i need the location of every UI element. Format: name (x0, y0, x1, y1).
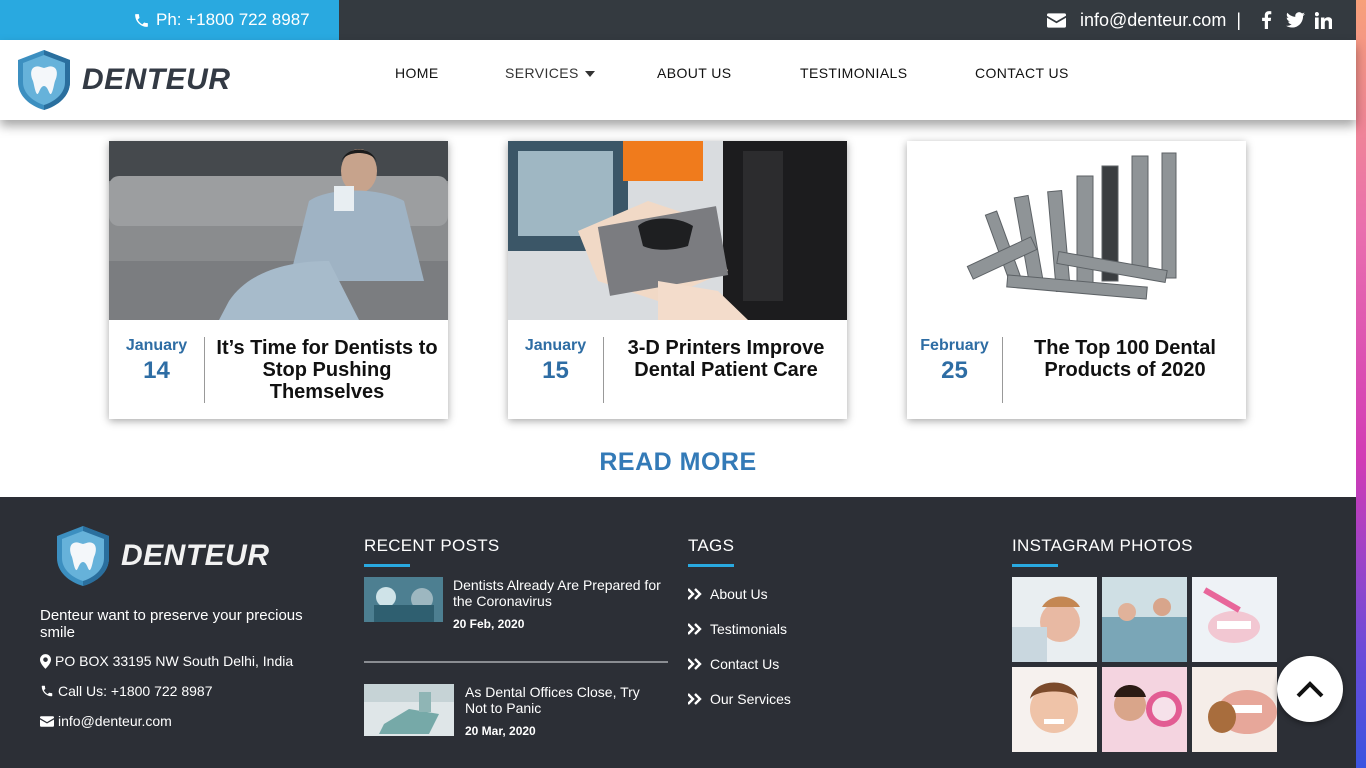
top-right-contacts: info@denteur.com | (1046, 0, 1332, 40)
phone-icon (135, 13, 148, 27)
blog-day: 25 (941, 357, 968, 384)
nav-home[interactable]: HOME (395, 65, 439, 81)
footer: DENTEUR Denteur want to preserve your pr… (0, 497, 1356, 768)
blog-card[interactable]: February 25 The Top 100 Dental Products … (907, 141, 1246, 419)
footer-address: PO BOX 33195 NW South Delhi, India (40, 653, 293, 669)
instagram-photo[interactable] (1012, 667, 1097, 752)
blog-image-3d-printer[interactable] (508, 141, 847, 320)
top-email[interactable]: info@denteur.com (1080, 10, 1226, 31)
phone-text: Ph: +1800 722 8987 (156, 10, 310, 29)
tags-heading: TAGS (688, 536, 735, 555)
recent-post-date: 20 Feb, 2020 (453, 617, 525, 631)
blog-date: January 15 (508, 337, 604, 403)
phone-icon (41, 685, 53, 697)
recent-post-title[interactable]: As Dental Offices Close, Try Not to Pani… (465, 684, 665, 716)
facebook-icon[interactable] (1261, 11, 1272, 29)
recent-post-thumbnail[interactable] (364, 684, 454, 736)
footer-call[interactable]: Call Us: +1800 722 8987 (40, 683, 213, 699)
footer-description: Denteur want to preserve your precious s… (40, 607, 303, 641)
blog-image-tired-dentist[interactable] (109, 141, 448, 320)
instagram-heading: INSTAGRAM PHOTOS (1012, 536, 1193, 555)
blog-title[interactable]: The Top 100 Dental Products of 2020 (1004, 337, 1246, 381)
double-chevron-right-icon (688, 693, 702, 705)
tag-label: Our Services (710, 691, 791, 707)
blog-month: January (524, 337, 587, 354)
chevron-up-icon (1296, 681, 1324, 698)
blog-day: 15 (542, 357, 569, 384)
brand-name: DENTEUR (82, 63, 231, 96)
blog-date: January 14 (109, 337, 205, 403)
heading-underline (688, 564, 734, 567)
blog-day: 14 (143, 357, 170, 384)
blog-title[interactable]: 3-D Printers Improve Dental Patient Care (605, 337, 847, 381)
read-more-link[interactable]: READ MORE (0, 448, 1356, 477)
blog-card[interactable]: January 15 3-D Printers Improve Dental P… (508, 141, 847, 419)
scrollbar-track[interactable] (1356, 0, 1366, 768)
footer-email[interactable]: info@denteur.com (40, 713, 172, 729)
instagram-photo[interactable] (1012, 577, 1097, 662)
nav-about[interactable]: ABOUT US (657, 65, 732, 81)
top-bar: Ph: +1800 722 8987 info@denteur.com | (0, 0, 1356, 40)
tag-testimonials[interactable]: Testimonials (688, 621, 787, 637)
tag-about-us[interactable]: About Us (688, 586, 768, 602)
nav-testimonials[interactable]: TESTIMONIALS (800, 65, 907, 81)
footer-logo[interactable]: DENTEUR (53, 524, 270, 588)
tag-label: Testimonials (710, 621, 788, 637)
back-to-top-button[interactable] (1277, 656, 1343, 722)
blog-title[interactable]: It’s Time for Dentists to Stop Pushing T… (206, 337, 448, 403)
linkedin-icon[interactable] (1315, 11, 1332, 29)
recent-post[interactable]: As Dental Offices Close, Try Not to Pani… (364, 684, 665, 738)
twitter-icon[interactable] (1286, 12, 1305, 28)
tooth-shield-icon (57, 526, 109, 586)
footer-call-text: Call Us: +1800 722 8987 (58, 683, 213, 699)
recent-post-title[interactable]: Dentists Already Are Prepared for the Co… (453, 577, 663, 609)
double-chevron-right-icon (688, 623, 702, 635)
footer-email-text: info@denteur.com (58, 713, 172, 729)
tag-contact-us[interactable]: Contact Us (688, 656, 779, 672)
top-separator: | (1236, 9, 1241, 30)
heading-underline (364, 564, 410, 567)
envelope-icon (40, 715, 54, 727)
double-chevron-right-icon (688, 658, 702, 670)
double-chevron-right-icon (688, 588, 702, 600)
blog-image-dental-tools[interactable] (907, 141, 1246, 320)
blog-month: January (125, 337, 188, 354)
tooth-shield-icon (18, 50, 70, 110)
tag-label: About Us (710, 586, 768, 602)
footer-brand-name: DENTEUR (121, 539, 270, 572)
nav-contact[interactable]: CONTACT US (975, 65, 1069, 81)
nav-services-label: SERVICES (505, 65, 579, 81)
tag-label: Contact Us (710, 656, 780, 672)
tag-our-services[interactable]: Our Services (688, 691, 791, 707)
caret-down-icon (585, 71, 596, 78)
instagram-photo[interactable] (1102, 577, 1187, 662)
blog-date: February 25 (907, 337, 1003, 403)
instagram-photo[interactable] (1192, 667, 1277, 752)
nav-services[interactable]: SERVICES (505, 65, 596, 81)
map-marker-icon (40, 653, 51, 669)
recent-post-date: 20 Mar, 2020 (465, 724, 536, 738)
blog-card[interactable]: January 14 It’s Time for Dentists to Sto… (109, 141, 448, 419)
main-header: DENTEUR HOME SERVICES ABOUT US TESTIMONI… (0, 40, 1356, 120)
envelope-icon (1046, 12, 1066, 28)
posts-divider (364, 661, 668, 663)
blog-month: February (920, 337, 989, 354)
instagram-photo[interactable] (1192, 577, 1277, 662)
recent-post[interactable]: Dentists Already Are Prepared for the Co… (364, 577, 663, 631)
heading-underline (1012, 564, 1058, 567)
recent-post-thumbnail[interactable] (364, 577, 443, 622)
phone-contact[interactable]: Ph: +1800 722 8987 (0, 0, 339, 40)
instagram-photo[interactable] (1102, 667, 1187, 752)
brand-logo[interactable]: DENTEUR (14, 48, 231, 112)
recent-posts-heading: RECENT POSTS (364, 536, 500, 555)
footer-address-text: PO BOX 33195 NW South Delhi, India (55, 653, 294, 669)
